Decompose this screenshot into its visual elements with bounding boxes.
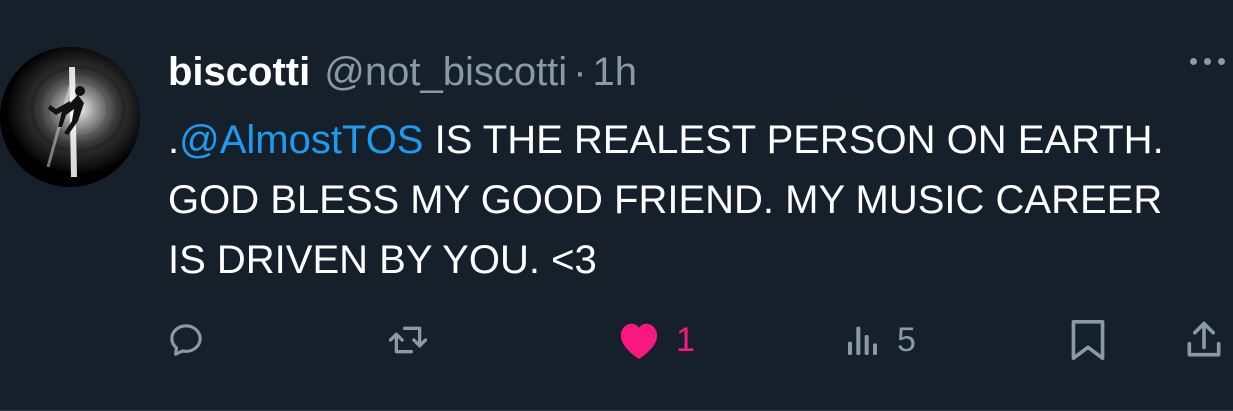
more-options-button[interactable] <box>1190 58 1225 65</box>
bookmark-button[interactable] <box>1068 310 1108 370</box>
views-count: 5 <box>897 320 916 359</box>
mention-link[interactable]: @AlmostTOS <box>179 118 423 162</box>
like-count: 1 <box>676 320 695 359</box>
header-separator: · <box>573 50 587 94</box>
avatar-image <box>0 47 140 187</box>
retweet-button[interactable] <box>386 310 430 370</box>
action-bar: 1 5 <box>0 310 1233 370</box>
more-dot-icon <box>1218 58 1225 65</box>
views-icon <box>848 326 877 355</box>
avatar[interactable] <box>0 47 140 187</box>
tweet-text-prefix: . <box>168 118 180 162</box>
reply-button[interactable] <box>166 310 206 370</box>
share-button[interactable] <box>1182 310 1226 370</box>
reply-icon <box>170 324 202 356</box>
tweet-header: biscotti @not_biscotti · 1h <box>168 47 637 97</box>
tweet-text: .@AlmostTOS IS THE REALEST PERSON ON EAR… <box>168 110 1168 290</box>
like-button[interactable]: 1 <box>616 310 695 370</box>
more-dot-icon <box>1204 58 1211 65</box>
more-dot-icon <box>1190 58 1197 65</box>
heart-icon <box>620 323 658 360</box>
views-button[interactable]: 5 <box>843 310 916 370</box>
share-icon <box>1187 321 1221 357</box>
bookmark-icon <box>1071 320 1105 360</box>
author-display-name[interactable]: biscotti <box>168 47 310 97</box>
retweet-icon <box>388 326 428 354</box>
tweet[interactable]: biscotti @not_biscotti · 1h .@AlmostTOS … <box>0 0 1233 411</box>
tweet-timestamp[interactable]: 1h <box>593 47 638 97</box>
author-handle[interactable]: @not_biscotti <box>324 47 567 97</box>
